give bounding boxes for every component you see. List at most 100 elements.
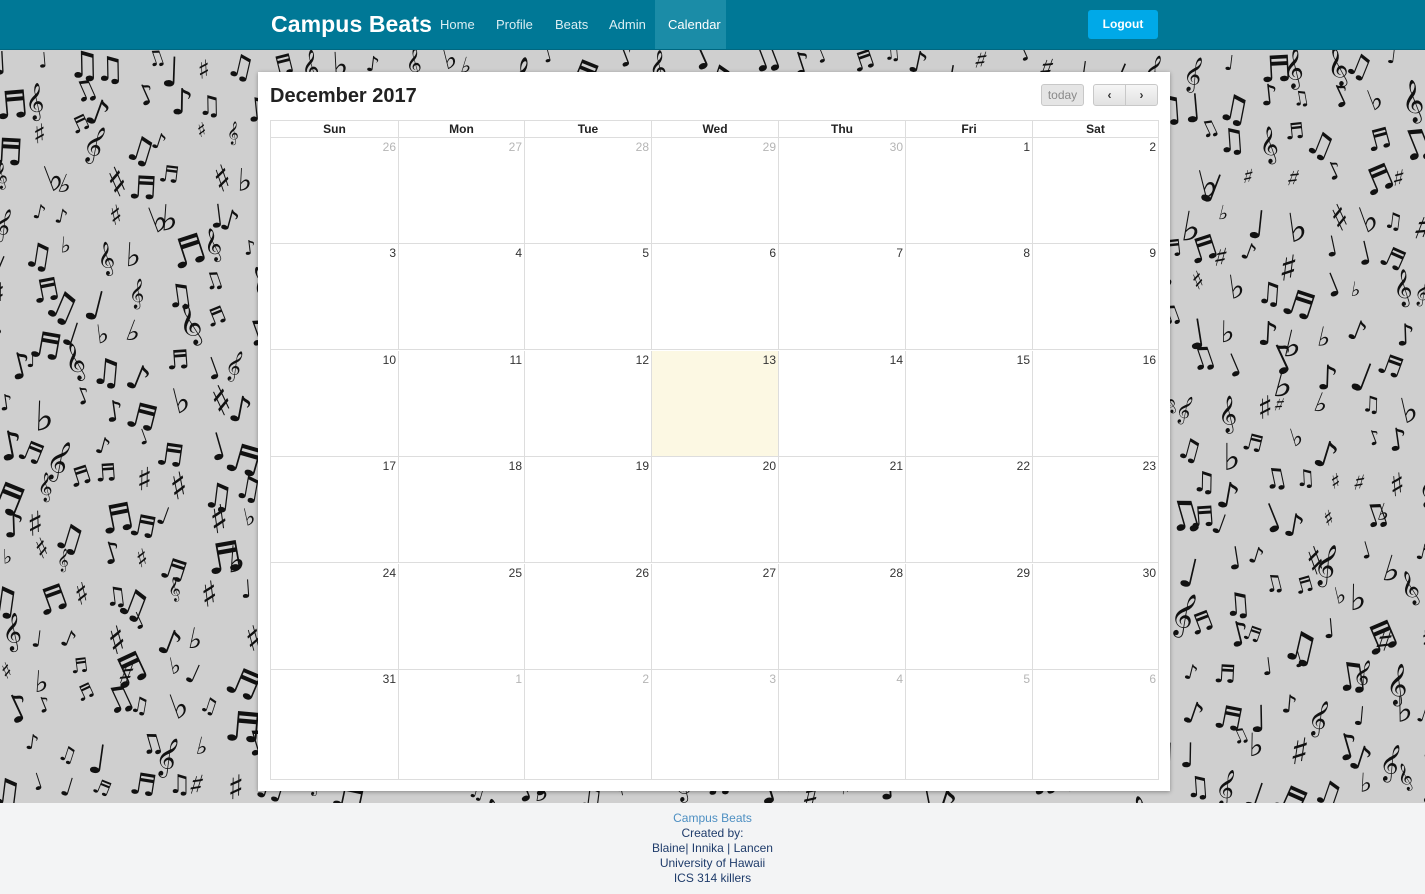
music-note-icon: ♩	[180, 657, 204, 691]
music-note-icon: ♫	[1382, 208, 1405, 235]
music-note-icon: ♫	[128, 692, 152, 720]
music-note-icon: ♯	[0, 658, 17, 685]
prev-month-button[interactable]: ‹	[1093, 84, 1126, 106]
music-note-icon: ♩	[57, 772, 78, 803]
day-cell[interactable]: 24	[271, 564, 398, 669]
day-cell[interactable]: 17	[271, 457, 398, 562]
day-cell[interactable]: 4	[398, 244, 524, 349]
music-note-icon: ♯	[1283, 163, 1304, 193]
nav-admin[interactable]: Admin	[596, 0, 659, 49]
music-note-icon: ♯	[32, 119, 47, 151]
day-cell[interactable]: 4	[778, 670, 905, 779]
day-cell[interactable]: 22	[905, 457, 1032, 562]
day-cell[interactable]: 30	[778, 138, 905, 243]
music-note-icon: ♩	[1318, 265, 1346, 306]
nav-profile[interactable]: Profile	[483, 0, 546, 49]
day-cell[interactable]: 16	[1032, 351, 1158, 456]
music-note-icon: ♯	[71, 576, 93, 613]
day-number: 27	[762, 566, 776, 580]
music-note-icon: ♭	[1285, 204, 1310, 252]
day-cell[interactable]: 14	[778, 351, 905, 456]
day-number: 30	[1142, 566, 1156, 580]
footer-brand-link[interactable]: Campus Beats	[0, 811, 1425, 826]
day-header-sun: Sun	[323, 122, 346, 136]
music-note-icon: ♬	[1413, 539, 1425, 568]
day-cell[interactable]: 9	[1032, 244, 1158, 349]
day-cell[interactable]: 6	[1032, 670, 1158, 779]
day-cell[interactable]: 19	[524, 457, 651, 562]
day-cell[interactable]: 12	[524, 351, 651, 456]
day-number: 12	[635, 353, 649, 367]
nav-calendar[interactable]: Calendar	[655, 0, 726, 49]
day-cell[interactable]: 30	[1032, 564, 1158, 669]
day-cell[interactable]: 28	[778, 564, 905, 669]
music-note-icon: ♩	[1223, 51, 1236, 76]
day-cell[interactable]: 3	[651, 670, 778, 779]
music-note-icon: ♪	[170, 82, 194, 123]
music-note-icon: ♪	[31, 199, 48, 225]
music-note-icon: ♯	[208, 157, 238, 201]
day-number: 23	[1142, 459, 1156, 473]
week-row: 31 1 2 3 4 5 6	[271, 670, 1158, 779]
music-note-icon: ♯	[1240, 164, 1255, 190]
day-cell[interactable]: 21	[778, 457, 905, 562]
day-cell[interactable]: 11	[398, 351, 524, 456]
music-note-icon: ♪	[24, 730, 41, 756]
day-cell[interactable]: 1	[398, 670, 524, 779]
music-note-icon: ♭	[1349, 277, 1362, 302]
day-number: 28	[635, 140, 649, 154]
music-note-icon: ♬	[1373, 346, 1408, 386]
day-header-thu: Thu	[778, 121, 905, 137]
music-note-icon: ♯	[0, 277, 5, 312]
day-cell[interactable]: 27	[398, 138, 524, 243]
day-cell[interactable]: 28	[524, 138, 651, 243]
day-cell[interactable]: 5	[905, 670, 1032, 779]
music-note-icon: ♩	[812, 50, 830, 69]
today-button[interactable]: today	[1041, 84, 1084, 106]
day-cell[interactable]: 1	[905, 138, 1032, 243]
day-cell[interactable]: 27	[651, 564, 778, 669]
day-number: 29	[1016, 566, 1030, 580]
day-number: 17	[382, 459, 396, 473]
day-cell[interactable]: 18	[398, 457, 524, 562]
next-month-button[interactable]: ›	[1125, 84, 1158, 106]
day-cell[interactable]: 10	[271, 351, 398, 456]
day-cell[interactable]: 8	[905, 244, 1032, 349]
day-cell[interactable]: 29	[905, 564, 1032, 669]
music-note-icon: ♫	[222, 50, 259, 88]
music-note-icon: ♬	[94, 458, 117, 487]
day-cell[interactable]: 31	[271, 670, 398, 779]
calendar-title: December 2017	[270, 85, 417, 107]
music-note-icon: ♭	[1223, 436, 1240, 479]
day-cell[interactable]: 2	[524, 670, 651, 779]
day-cell[interactable]: 2	[1032, 138, 1158, 243]
music-note-icon: ♪	[1182, 659, 1201, 686]
day-cell[interactable]: 3	[271, 244, 398, 349]
day-cell[interactable]: 26	[524, 564, 651, 669]
nav-beats[interactable]: Beats	[542, 0, 601, 49]
day-cell[interactable]: 20	[651, 457, 778, 562]
music-note-icon: ♬	[1240, 429, 1266, 459]
music-note-icon: 𝄞	[226, 120, 239, 146]
music-note-icon: ♪	[103, 393, 126, 429]
logout-button[interactable]: Logout	[1088, 10, 1158, 39]
day-cell[interactable]: 29	[651, 138, 778, 243]
day-cell[interactable]: 26	[271, 138, 398, 243]
day-number: 3	[769, 672, 776, 686]
music-note-icon: ♩	[30, 626, 44, 653]
music-note-icon: ♩	[37, 50, 49, 73]
nav-home[interactable]: Home	[427, 0, 488, 49]
day-number: 10	[382, 353, 396, 367]
chevron-right-icon: ›	[1139, 88, 1144, 102]
day-cell[interactable]: 7	[778, 244, 905, 349]
day-cell[interactable]: 5	[524, 244, 651, 349]
day-cell[interactable]: 15	[905, 351, 1032, 456]
day-cell-today[interactable]: 13	[651, 351, 778, 456]
music-note-icon: ♫	[1294, 465, 1316, 492]
music-note-icon: ♫	[200, 266, 228, 297]
day-cell[interactable]: 25	[398, 564, 524, 669]
day-cell[interactable]: 6	[651, 244, 778, 349]
music-note-icon: ♭	[1332, 582, 1348, 610]
day-cell[interactable]: 23	[1032, 457, 1158, 562]
brand-logo[interactable]: Campus Beats	[271, 11, 432, 38]
